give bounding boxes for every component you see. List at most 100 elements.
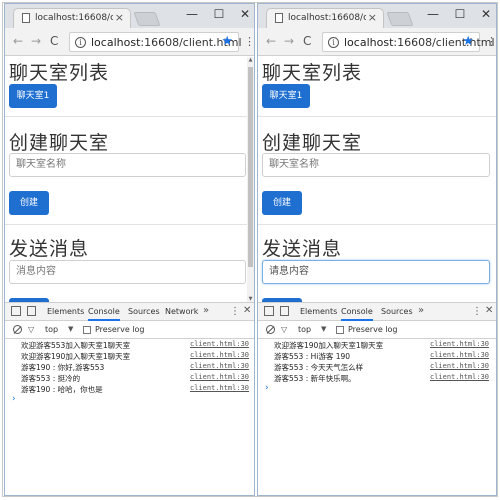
reload-icon[interactable]: C bbox=[50, 34, 58, 48]
console-prompt[interactable]: › bbox=[258, 383, 496, 395]
devtools-tabbar: Elements Console Sources » ⋮ ✕ bbox=[258, 303, 496, 321]
room-button[interactable]: 聊天室1 bbox=[9, 84, 57, 108]
url-text: localhost:16608/client.html bbox=[91, 36, 242, 49]
omnibox[interactable]: i localhost:16608/client.html ★ bbox=[69, 32, 242, 52]
room-name-input[interactable]: 聊天室名称 bbox=[262, 153, 490, 177]
star-icon[interactable]: ★ bbox=[221, 34, 233, 49]
log-source-link[interactable]: client.html:30 bbox=[190, 340, 249, 348]
maximize-icon[interactable]: ☐ bbox=[212, 7, 226, 21]
tab-sources[interactable]: Sources bbox=[128, 307, 160, 316]
log-source-link[interactable]: client.html:30 bbox=[430, 373, 489, 381]
scroll-thumb[interactable] bbox=[248, 67, 253, 267]
log-row: 游客553 : Hi游客 190 client.html:30 bbox=[258, 350, 496, 361]
log-source-link[interactable]: client.html:30 bbox=[190, 362, 249, 370]
log-source-link[interactable]: client.html:30 bbox=[430, 340, 489, 348]
tab-sources[interactable]: Sources bbox=[381, 307, 413, 316]
clear-console-icon[interactable] bbox=[13, 325, 22, 334]
tab-console[interactable]: Console bbox=[88, 307, 120, 321]
inspect-icon[interactable] bbox=[11, 306, 21, 316]
browser-tab[interactable]: localhost:16608/client.html × bbox=[13, 8, 131, 28]
more-tabs-icon[interactable]: » bbox=[418, 305, 424, 316]
log-source-link[interactable]: client.html:30 bbox=[190, 351, 249, 359]
log-source-link[interactable]: client.html:30 bbox=[430, 362, 489, 370]
new-tab-button[interactable] bbox=[386, 12, 414, 26]
menu-icon[interactable]: ⋮ bbox=[486, 35, 496, 48]
omnibox[interactable]: i localhost:16608/client.html ★ bbox=[322, 32, 495, 52]
minimize-icon[interactable]: — bbox=[185, 7, 199, 21]
send-heading: 发送消息 bbox=[9, 238, 90, 260]
device-toolbar-icon[interactable] bbox=[27, 306, 36, 316]
message-input[interactable]: 请息内容 bbox=[262, 260, 490, 284]
create-button[interactable]: 创建 bbox=[9, 191, 49, 215]
log-row: 游客190 : 哈哈，你也是 client.html:30 bbox=[5, 383, 254, 394]
filter-icon[interactable]: ▽ bbox=[281, 325, 287, 334]
create-button[interactable]: 创建 bbox=[262, 191, 302, 215]
create-heading: 创建聊天室 bbox=[262, 132, 363, 154]
tab-elements[interactable]: Elements bbox=[47, 307, 84, 316]
inspect-icon[interactable] bbox=[264, 306, 274, 316]
tab-elements[interactable]: Elements bbox=[300, 307, 337, 316]
tab-network[interactable]: Network bbox=[165, 307, 198, 316]
info-icon[interactable]: i bbox=[75, 37, 86, 48]
log-row: 游客553 : 挺冷的 client.html:30 bbox=[5, 372, 254, 383]
console-log: 欢迎游客553加入聊天室1聊天室 client.html:30 欢迎游客190加… bbox=[5, 339, 254, 406]
preserve-log-checkbox[interactable] bbox=[83, 326, 91, 334]
address-bar: ← → C i localhost:16608/client.html ★ ⋮ bbox=[5, 28, 254, 56]
preserve-log-label: Preserve log bbox=[348, 325, 398, 334]
room-button[interactable]: 聊天室1 bbox=[262, 84, 310, 108]
minimize-icon[interactable]: — bbox=[426, 7, 440, 21]
more-tabs-icon[interactable]: » bbox=[203, 305, 209, 316]
divider bbox=[5, 116, 254, 117]
new-tab-button[interactable] bbox=[133, 12, 161, 26]
divider bbox=[258, 224, 496, 225]
device-toolbar-icon[interactable] bbox=[280, 306, 289, 316]
menu-icon[interactable]: ⋮ bbox=[244, 35, 254, 48]
close-icon[interactable]: ✕ bbox=[238, 7, 252, 21]
arrow-right-icon[interactable]: → bbox=[31, 34, 41, 48]
devtools-menu-icon[interactable]: ⋮ bbox=[230, 306, 240, 317]
context-select[interactable]: top bbox=[45, 325, 58, 334]
star-icon[interactable]: ★ bbox=[462, 34, 474, 49]
prompt-chevron-icon: › bbox=[12, 394, 16, 404]
arrow-left-icon[interactable]: ← bbox=[13, 34, 23, 48]
tab-title: localhost:16608/client.html bbox=[35, 13, 113, 23]
title-bar: localhost:16608/client.html × — ☐ ✕ bbox=[258, 4, 496, 28]
address-bar: ← → C i localhost:16608/client.html ★ ⋮ bbox=[258, 28, 496, 56]
preserve-log-label: Preserve log bbox=[95, 325, 145, 334]
devtools-menu-icon[interactable]: ⋮ bbox=[472, 306, 482, 317]
log-row: 欢迎游客190加入聊天室1聊天室 client.html:30 bbox=[258, 339, 496, 350]
chevron-down-icon[interactable]: ▼ bbox=[68, 325, 73, 333]
context-select[interactable]: top bbox=[298, 325, 311, 334]
log-source-link[interactable]: client.html:30 bbox=[430, 351, 489, 359]
devtools-close-icon[interactable]: ✕ bbox=[243, 305, 251, 316]
filter-icon[interactable]: ▽ bbox=[28, 325, 34, 334]
info-icon[interactable]: i bbox=[328, 37, 339, 48]
room-name-input[interactable]: 聊天室名称 bbox=[9, 153, 246, 177]
maximize-icon[interactable]: ☐ bbox=[453, 7, 467, 21]
log-source-link[interactable]: client.html:30 bbox=[190, 373, 249, 381]
arrow-right-icon[interactable]: → bbox=[284, 34, 294, 48]
scroll-up-icon[interactable]: ▲ bbox=[247, 57, 254, 63]
chevron-down-icon[interactable]: ▼ bbox=[321, 325, 326, 333]
clear-console-icon[interactable] bbox=[266, 325, 275, 334]
reload-icon[interactable]: C bbox=[303, 34, 311, 48]
console-prompt[interactable]: › bbox=[5, 394, 254, 406]
rooms-heading: 聊天室列表 bbox=[9, 62, 110, 84]
preserve-log-checkbox[interactable] bbox=[336, 326, 344, 334]
scrollbar[interactable]: ▲ ▼ bbox=[247, 57, 254, 302]
message-input[interactable]: 消息内容 bbox=[9, 260, 246, 284]
browser-tab[interactable]: localhost:16608/client.html × bbox=[266, 8, 384, 28]
tab-close-icon[interactable]: × bbox=[115, 11, 124, 24]
console-toolbar: ▽ top ▼ Preserve log bbox=[5, 321, 254, 339]
rooms-heading: 聊天室列表 bbox=[262, 62, 363, 84]
close-icon[interactable]: ✕ bbox=[479, 7, 493, 21]
tab-close-icon[interactable]: × bbox=[368, 11, 377, 24]
log-row: 欢迎游客190加入聊天室1聊天室 client.html:30 bbox=[5, 350, 254, 361]
send-heading: 发送消息 bbox=[262, 238, 343, 260]
devtools-close-icon[interactable]: ✕ bbox=[485, 305, 493, 316]
arrow-left-icon[interactable]: ← bbox=[266, 34, 276, 48]
tab-console[interactable]: Console bbox=[341, 307, 373, 321]
log-source-link[interactable]: client.html:30 bbox=[190, 384, 249, 392]
page-icon bbox=[275, 13, 283, 23]
page-content: 聊天室列表 聊天室1 创建聊天室 聊天室名称 创建 发送消息 消息内容 ▲ ▼ bbox=[5, 57, 254, 302]
